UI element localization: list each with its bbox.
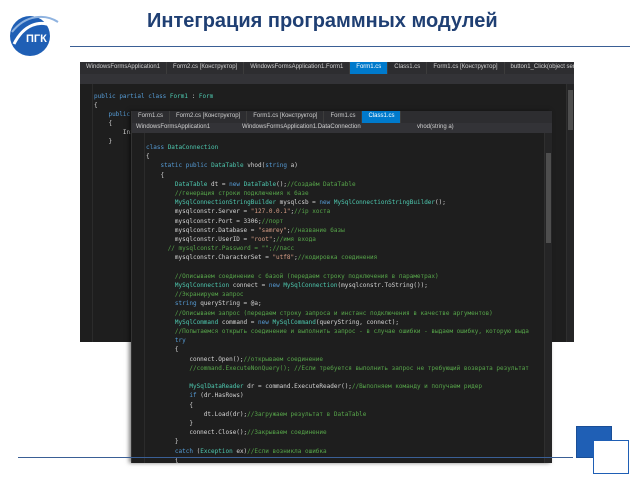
code-line: if (dr.HasRows) (189, 392, 244, 400)
code-line: try (174, 337, 186, 345)
code-line: mysqlconstr.UserID = "root";//имя входа (146, 236, 316, 243)
tab-5[interactable]: Class1.cs (362, 111, 402, 123)
code-line: mysqlconstr.Database = "samrey";//назван… (146, 226, 345, 234)
tab-2[interactable]: Form2.cs [Конструктор] (167, 62, 245, 74)
code-line: { (94, 120, 113, 127)
navigation-bar-class1: WindowsFormsApplication1 WindowsFormsApp… (132, 123, 552, 133)
tab-3[interactable]: WindowsFormsApplication1.Form1 (244, 62, 351, 74)
pgk-logo: ПГК (6, 8, 68, 60)
vertical-scrollbar[interactable] (544, 133, 552, 463)
nav-class-dropdown[interactable]: WindowsFormsApplication1.DataConnection (242, 124, 361, 130)
code-line: MySqlDataReader dr = command.ExecuteRead… (189, 383, 482, 391)
code-line: mysqlconstr.CharacterSet = "utf8";//коди… (146, 254, 378, 262)
code-line: } (94, 138, 113, 145)
tab-1[interactable]: WindowsFormsApplication1 (80, 62, 168, 74)
code-line: { (146, 401, 193, 409)
code-line: class DataConnection (146, 144, 219, 151)
code-line: { (146, 171, 165, 179)
code-editor-class1: Form1.cs Form2.cs [Конструктор] Form1.cs [… (131, 111, 552, 463)
code-line: //command.ExecuteNonQuery(); //Если треб… (189, 364, 529, 372)
tab-4[interactable]: Form1.cs (324, 111, 363, 123)
code-line: catch (Exception ex)//Если возникла ошиб… (174, 447, 327, 455)
nav-project-dropdown[interactable]: WindowsFormsApplication1 (136, 124, 210, 130)
code-line: connect.Close();//Закрываем соединение (146, 429, 327, 437)
tab-1[interactable]: Form1.cs (132, 111, 171, 123)
code-line: //Попытаемся открыть соединение и выполн… (174, 328, 529, 335)
scroll-thumb[interactable] (568, 90, 573, 130)
tab-7[interactable]: button1_Click(object sender, EventArgs e… (505, 62, 574, 74)
code-line: connect.Open();//открываем соединение (146, 355, 324, 363)
code-line: { (146, 346, 179, 354)
code-line: { (94, 102, 98, 109)
code-line: MySqlConnectionStringBuilder mysqlcsb = … (174, 199, 446, 207)
bottom-divider (18, 457, 573, 458)
code-line: dt.Load(dr);//Загружаем результат в Data… (146, 410, 367, 418)
line-gutter (132, 133, 145, 463)
code-line: MySqlCommand command = new MySqlCommand(… (174, 318, 399, 326)
line-gutter (80, 84, 93, 342)
logo-text: ПГК (26, 33, 47, 45)
tab-4[interactable]: Form1.cs (350, 62, 389, 74)
code-line: mysqlconstr.Port = 3306;//порт (146, 217, 284, 225)
nav-member-dropdown[interactable]: vhod(string a) (417, 124, 454, 130)
navigation-bar-form1 (80, 74, 574, 84)
tab-bar-form1: WindowsFormsApplication1 Form2.cs [Констр… (80, 62, 574, 74)
tab-2[interactable]: Form2.cs [Конструктор] (170, 111, 248, 123)
code-line: DataTable dt = new DataTable();//Создаём… (174, 180, 356, 188)
code-line: } (146, 420, 193, 427)
page-title: Интеграция программных модулей (147, 10, 498, 32)
scroll-thumb[interactable] (546, 153, 551, 243)
code-line: MySqlConnection connect = new MySqlConne… (174, 282, 428, 289)
top-divider (70, 46, 630, 47)
tab-5[interactable]: Class1.cs (388, 62, 428, 74)
code-line: // mysqlconstr.Password = "";//пасс (167, 245, 295, 253)
code-line: string queryString = @a; (174, 300, 262, 308)
code-line: mysqlconstr.Server = "127.0.0.1";//ip хо… (146, 208, 331, 216)
code-line: //Экранируем запрос (174, 291, 244, 299)
code-line: //Описываем запрос (передаем строку запр… (174, 309, 493, 317)
code-line: static public DataTable vhod(string a) (160, 162, 298, 170)
code-line: //Описываем соединение с базой (передаем… (174, 272, 439, 280)
decor-square-outline (593, 440, 629, 474)
code-line: { (146, 153, 150, 161)
code-line: public partial class Form1 : Form (94, 93, 214, 100)
tab-6[interactable]: Form1.cs [Конструктор] (427, 62, 505, 74)
tab-bar-class1: Form1.cs Form2.cs [Конструктор] Form1.cs [… (132, 111, 552, 123)
code-line: //генерация строки подключения к базе (174, 190, 309, 197)
tab-3[interactable]: Form1.cs [Конструктор] (247, 111, 325, 123)
vertical-scrollbar[interactable] (566, 84, 574, 342)
code-line: } (146, 438, 179, 446)
